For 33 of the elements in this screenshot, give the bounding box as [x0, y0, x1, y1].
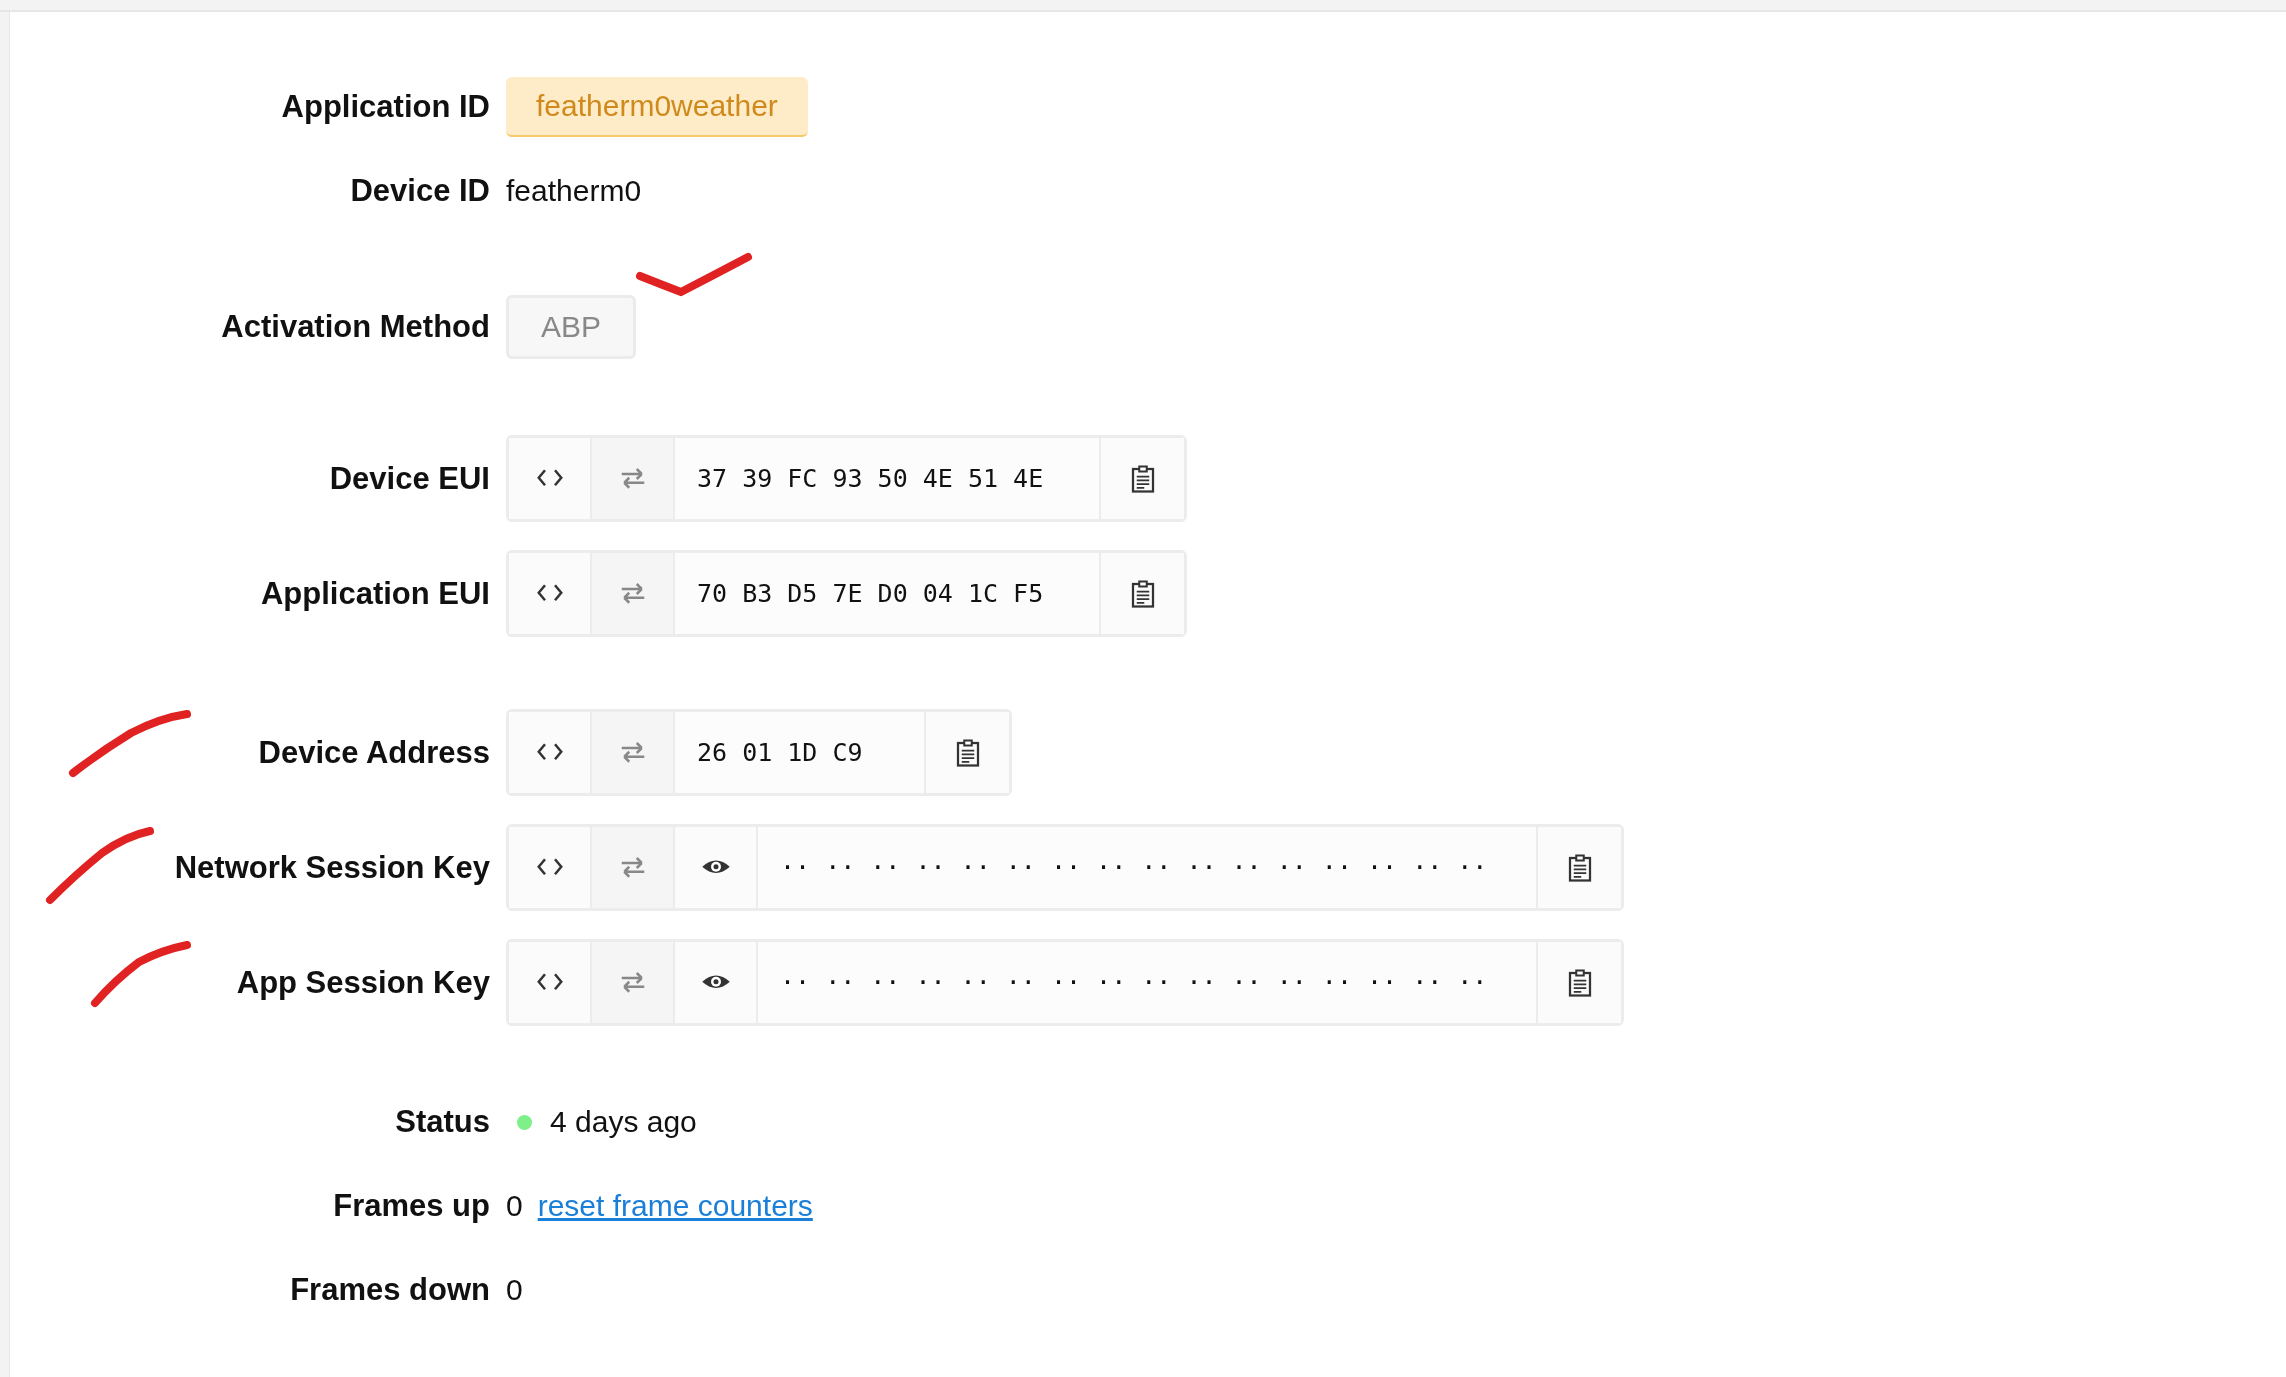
field-label: Device ID	[350, 173, 490, 209]
application-id-badge: featherm0weather	[506, 77, 808, 137]
show-key-button[interactable]	[675, 942, 758, 1023]
copy-button[interactable]	[1538, 942, 1621, 1023]
format-button[interactable]	[509, 712, 592, 793]
field-value: featherm0	[506, 174, 642, 208]
byte-order-button[interactable]	[592, 438, 675, 519]
field-label: Device Address	[258, 734, 490, 771]
field-label: Status	[395, 1104, 490, 1140]
frame-count: 0	[506, 1189, 523, 1223]
field-label: Device EUI	[329, 460, 490, 497]
field-label: Frames down	[290, 1272, 490, 1308]
copy-button[interactable]	[1101, 553, 1184, 634]
format-button[interactable]	[509, 553, 592, 634]
byte-order-button[interactable]	[592, 553, 675, 634]
field-label: Network Session Key	[174, 849, 490, 886]
show-key-button[interactable]	[675, 827, 758, 908]
field-label: Application ID	[281, 89, 490, 125]
copy-button[interactable]	[1538, 827, 1621, 908]
format-button[interactable]	[509, 827, 592, 908]
field-label: Frames up	[333, 1188, 490, 1224]
reset-link[interactable]: reset frame counters	[537, 1189, 813, 1223]
byte-order-button[interactable]	[592, 712, 675, 793]
status-text: 4 days ago	[550, 1105, 697, 1139]
copy-button[interactable]	[1101, 438, 1184, 519]
format-button[interactable]	[509, 438, 592, 519]
field-label: App Session Key	[236, 964, 490, 1001]
field-label: Application EUI	[260, 575, 490, 612]
activation-method-tag: ABP	[506, 295, 637, 359]
format-button[interactable]	[509, 942, 592, 1023]
frame-count: 0	[506, 1273, 523, 1307]
field-label: Activation Method	[221, 309, 490, 345]
copy-button[interactable]	[926, 712, 1009, 793]
